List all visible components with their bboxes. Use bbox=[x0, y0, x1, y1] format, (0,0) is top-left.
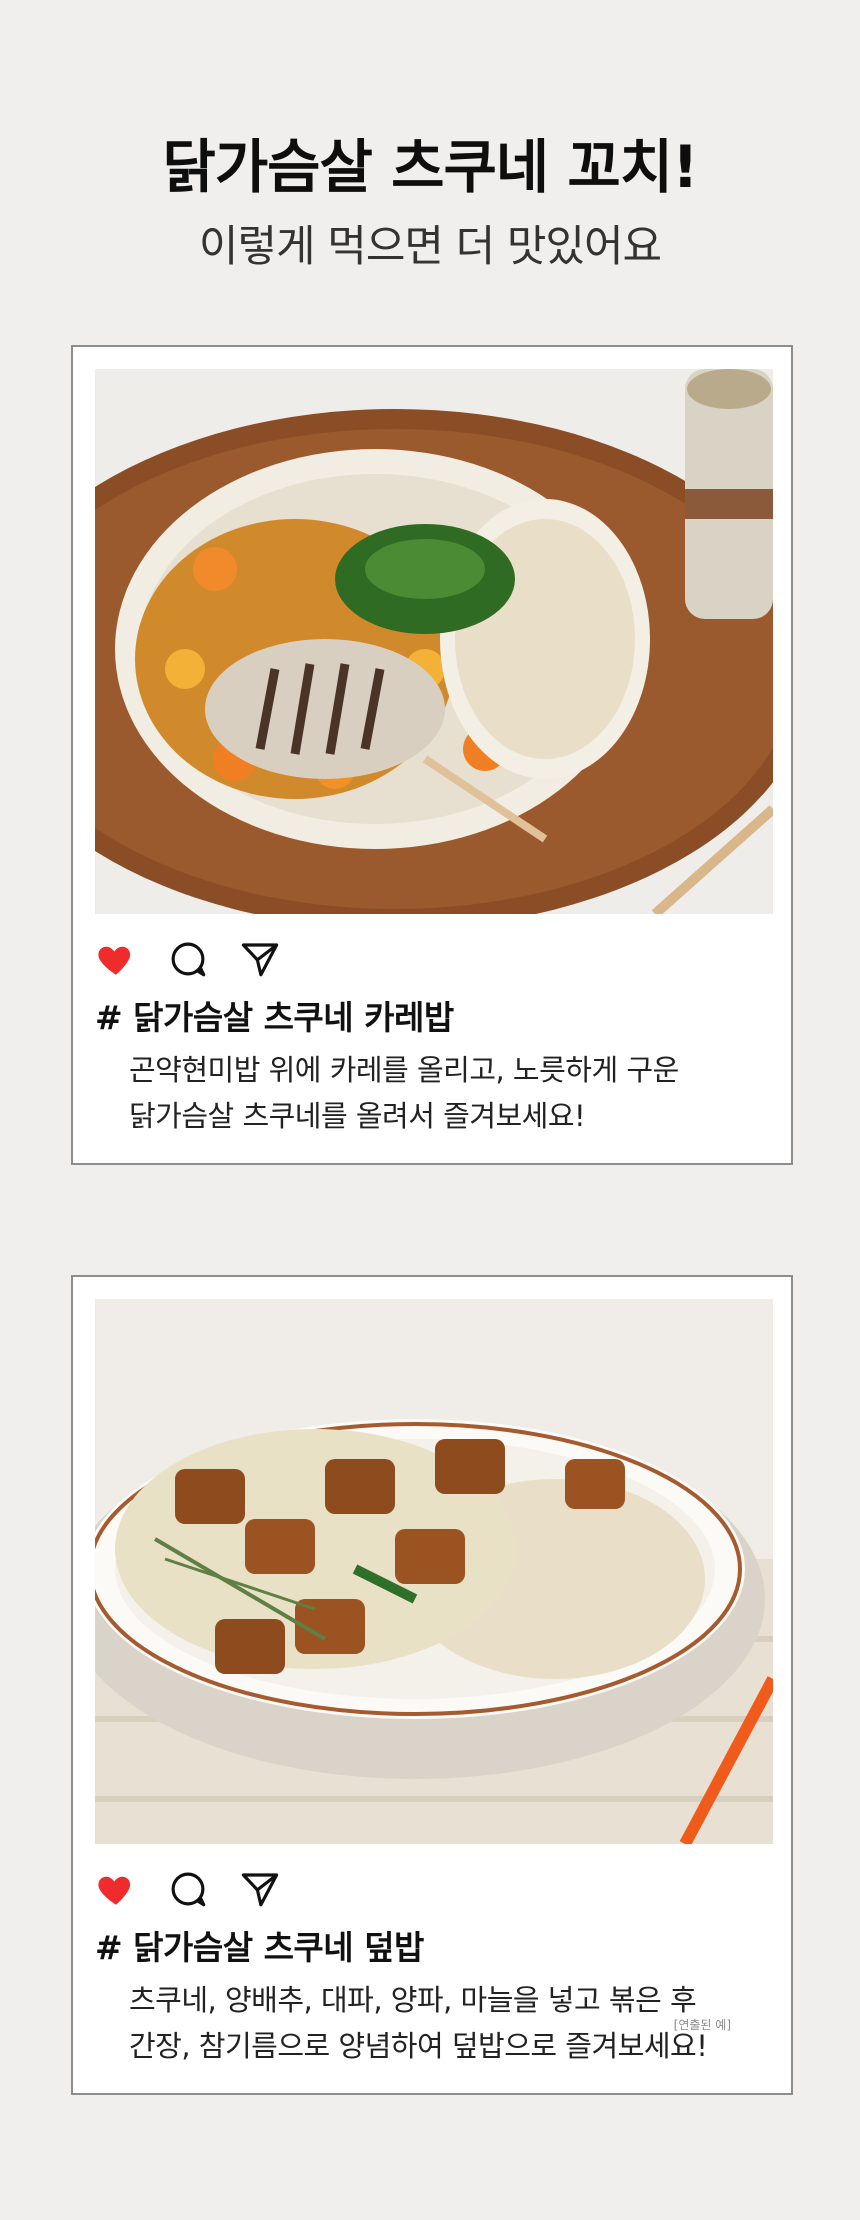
post-title: # 닭가슴살 츠쿠네 카레밥 bbox=[95, 998, 454, 1037]
comment-icon[interactable] bbox=[167, 1868, 209, 1910]
send-icon[interactable] bbox=[239, 938, 281, 980]
description-line: 곤약현미밥 위에 카레를 올리고, 노릇하게 구운 bbox=[129, 1053, 679, 1087]
send-icon[interactable] bbox=[239, 1868, 281, 1910]
post-description: 곤약현미밥 위에 카레를 올리고, 노릇하게 구운 닭가슴살 츠쿠네를 올려서 … bbox=[129, 1047, 769, 1139]
post-title: # 닭가슴살 츠쿠네 덮밥 bbox=[95, 1928, 424, 1967]
description-line: 츠쿠네, 양배추, 대파, 양파, 마늘을 넣고 볶은 후 bbox=[129, 1983, 697, 2017]
post-photo-rice-bowl bbox=[95, 1299, 773, 1844]
post-actions bbox=[95, 937, 281, 981]
post-card-rice-bowl: [연출된 예] # 닭가슴살 츠쿠네 덮밥 츠쿠네, 양배추, 대파, 양파, … bbox=[71, 1275, 793, 2095]
description-line: 닭가슴살 츠쿠네를 올려서 즐겨보세요! bbox=[129, 1099, 586, 1133]
heart-icon[interactable] bbox=[95, 1868, 137, 1910]
heart-icon[interactable] bbox=[95, 938, 137, 980]
post-photo-curry bbox=[95, 369, 773, 914]
post-actions bbox=[95, 1867, 281, 1911]
description-line: 간장, 참기름으로 양념하여 덮밥으로 즐겨보세요! bbox=[129, 2029, 708, 2063]
comment-icon[interactable] bbox=[167, 938, 209, 980]
page-title: 닭가슴살 츠쿠네 꼬치! bbox=[162, 133, 698, 201]
page-subtitle: 이렇게 먹으면 더 맛있어요 bbox=[198, 222, 662, 272]
post-description: 츠쿠네, 양배추, 대파, 양파, 마늘을 넣고 볶은 후 간장, 참기름으로 … bbox=[129, 1977, 769, 2069]
post-card-curry: [연출된 예] # 닭가슴살 츠쿠네 카레밥 곤약현미밥 위에 카레를 올리고,… bbox=[71, 345, 793, 1165]
